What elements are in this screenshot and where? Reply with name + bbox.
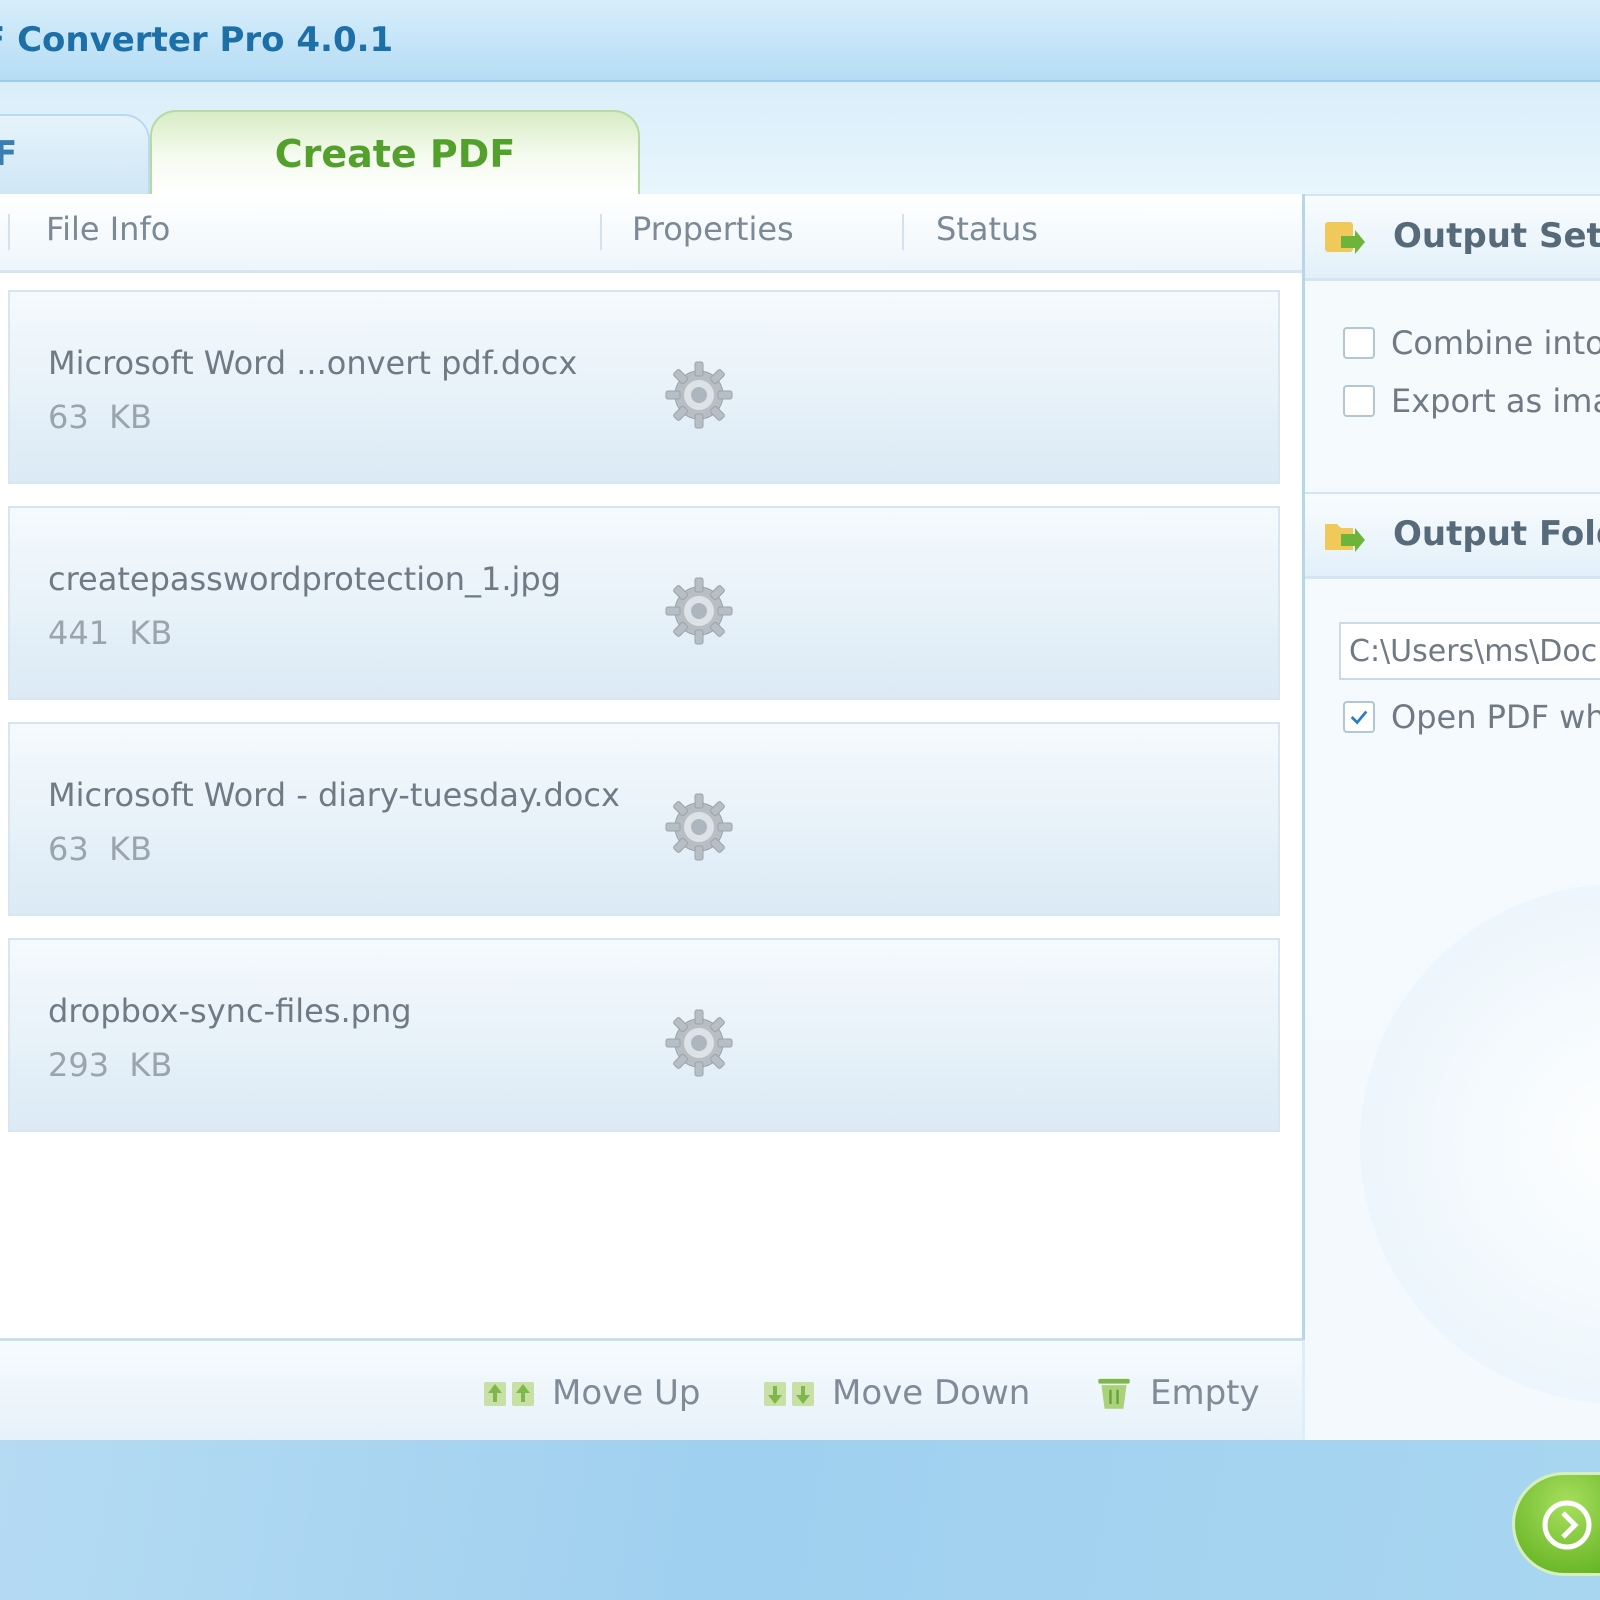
combine-checkbox-box[interactable] — [1343, 327, 1375, 359]
tab-strip: F Create PDF — [0, 82, 1600, 197]
file-size: 441 KB — [48, 614, 173, 652]
empty-label: Empty — [1150, 1373, 1260, 1413]
output-folder-header: Output Fold — [1305, 492, 1600, 579]
column-header: File Info Properties Status — [0, 194, 1302, 273]
convert-icon — [1542, 1500, 1592, 1550]
trash-icon — [1098, 1378, 1130, 1409]
background-decoration — [1360, 884, 1600, 1404]
title-bar: F Converter Pro 4.0.1 — [0, 0, 1600, 82]
file-name: createpasswordprotection_1.jpg — [48, 560, 562, 598]
app-window: F Converter Pro 4.0.1 F Create PDF File … — [0, 0, 1600, 1600]
gear-icon[interactable] — [662, 1006, 736, 1080]
table-row[interactable]: Microsoft Word - diary-tuesday.docx 63 K… — [8, 722, 1280, 916]
bottom-bar — [0, 1440, 1600, 1600]
output-settings-header: Output Sett — [1305, 194, 1600, 281]
tab-convert-pdf-label: F — [0, 134, 18, 174]
column-separator — [8, 214, 10, 250]
output-folder-path-input[interactable] — [1339, 622, 1600, 680]
empty-button[interactable]: Empty — [1092, 1371, 1260, 1415]
tab-create-pdf-label: Create PDF — [274, 132, 516, 176]
checkmark-icon — [1350, 710, 1368, 725]
column-properties[interactable]: Properties — [632, 210, 794, 248]
file-size: 63 KB — [48, 398, 152, 436]
combine-checkbox[interactable]: Combine into — [1343, 324, 1600, 362]
gear-icon[interactable] — [662, 358, 736, 432]
gear-icon[interactable] — [662, 790, 736, 864]
table-row[interactable]: dropbox-sync-files.png 293 KB — [8, 938, 1280, 1132]
move-up-icon — [484, 1382, 534, 1406]
combine-label: Combine into — [1391, 324, 1600, 362]
column-status[interactable]: Status — [936, 210, 1038, 248]
list-toolbar: Move Up Move Down Empty — [0, 1338, 1302, 1446]
column-separator — [600, 214, 602, 250]
output-settings-title: Output Sett — [1393, 216, 1600, 256]
move-down-label: Move Down — [832, 1373, 1031, 1413]
gear-icon[interactable] — [662, 574, 736, 648]
move-down-button[interactable]: Move Down — [762, 1371, 1030, 1415]
window-title: F Converter Pro 4.0.1 — [0, 20, 394, 60]
column-separator — [902, 214, 904, 250]
export-image-label: Export as ima — [1391, 382, 1600, 420]
move-up-label: Move Up — [552, 1373, 701, 1413]
output-folder-title: Output Fold — [1393, 514, 1600, 554]
open-pdf-label: Open PDF wh — [1391, 698, 1600, 736]
file-size: 293 KB — [48, 1046, 173, 1084]
export-image-checkbox[interactable]: Export as ima — [1343, 382, 1600, 420]
move-down-icon — [764, 1382, 814, 1406]
file-name: Microsoft Word ...onvert pdf.docx — [48, 344, 578, 382]
file-name: Microsoft Word - diary-tuesday.docx — [48, 776, 620, 814]
export-image-checkbox-box[interactable] — [1343, 385, 1375, 417]
file-list-panel: File Info Properties Status Microsoft Wo… — [0, 194, 1305, 1340]
tab-convert-pdf[interactable]: F — [0, 114, 150, 194]
settings-panel: Output Sett Combine into Export as ima O… — [1305, 194, 1600, 1440]
file-size: 63 KB — [48, 830, 152, 868]
open-pdf-checkbox[interactable]: Open PDF wh — [1343, 698, 1600, 736]
open-pdf-checkbox-box[interactable] — [1343, 701, 1375, 733]
output-settings-icon — [1325, 222, 1365, 254]
file-name: dropbox-sync-files.png — [48, 992, 412, 1030]
table-row[interactable]: Microsoft Word ...onvert pdf.docx 63 KB — [8, 290, 1280, 484]
table-row[interactable]: createpasswordprotection_1.jpg 441 KB — [8, 506, 1280, 700]
column-file-info[interactable]: File Info — [46, 210, 170, 248]
move-up-button[interactable]: Move Up — [482, 1371, 700, 1415]
output-folder-icon — [1325, 524, 1365, 552]
tab-create-pdf[interactable]: Create PDF — [150, 110, 640, 194]
